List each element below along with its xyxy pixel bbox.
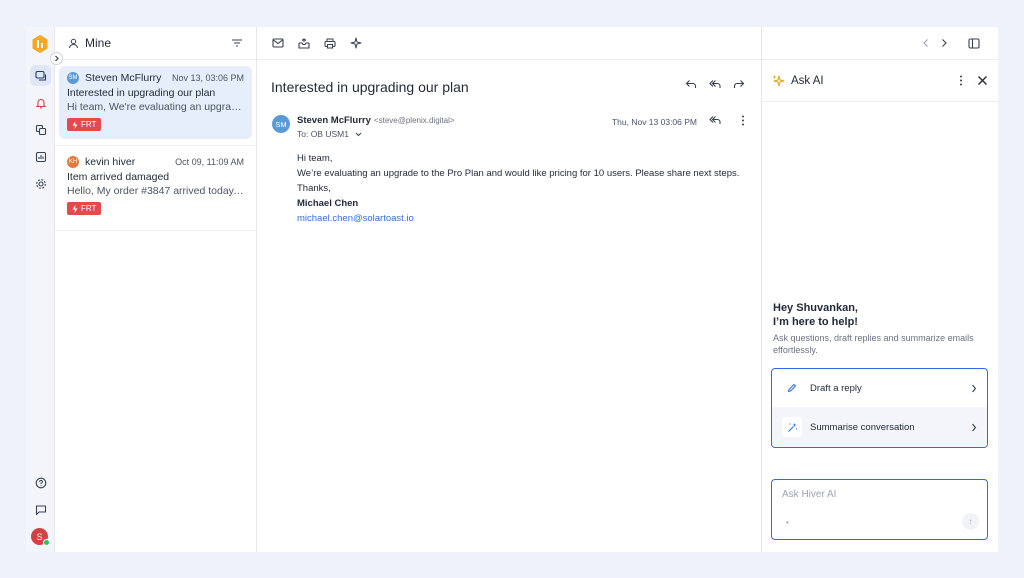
chat-icon[interactable] (30, 499, 51, 520)
archive-icon[interactable] (298, 37, 310, 49)
chevron-right-icon[interactable] (940, 38, 948, 48)
summarise-button[interactable]: Summarise conversation (772, 407, 987, 447)
conversation-avatar: KH (67, 156, 79, 168)
filter-icon[interactable] (231, 38, 243, 48)
panel-toggle-icon[interactable] (968, 37, 980, 49)
navigation-toolbar (762, 27, 998, 60)
online-status-dot (43, 539, 50, 546)
reply-all-icon[interactable] (709, 115, 721, 125)
email-toolbar (257, 27, 761, 60)
conversation-subject: Interested in upgrading our plan (67, 87, 216, 99)
sparkle-icon[interactable] (350, 37, 362, 49)
chevron-right-icon (971, 423, 977, 432)
conversation-list: Mine SM Steven McFlurry Nov 13, 03:06 PM… (55, 27, 257, 552)
recipient-text: To: OB USM1 (297, 129, 349, 139)
dot-icon[interactable]: • (786, 518, 789, 527)
close-icon[interactable] (977, 75, 988, 86)
conversation-item-selected[interactable]: SM Steven McFlurry Nov 13, 03:06 PM Inte… (59, 66, 252, 139)
person-icon (68, 38, 79, 49)
ask-ai-header: Ask AI (762, 60, 998, 102)
conversation-avatar: SM (67, 72, 79, 84)
body-closing: Thanks, (297, 183, 331, 194)
left-rail: S (26, 27, 63, 552)
more-vertical-icon[interactable] (959, 75, 963, 86)
conversation-date: Nov 13, 03:06 PM (171, 73, 244, 83)
reply-icon[interactable] (685, 79, 697, 89)
email-body: Hi team, We’re evaluating an upgrade to … (297, 151, 739, 226)
ai-sparkle-icon (772, 74, 785, 87)
body-greeting: Hi team, (297, 153, 333, 164)
chevron-left-icon[interactable] (922, 38, 930, 48)
email-date: Thu, Nov 13 03:06 PM (611, 117, 697, 127)
sender-email: <steve@plenix.digital> (373, 116, 455, 125)
conversation-preview: Hello, My order #3847 arrived today, but… (67, 185, 244, 197)
signature-name: Michael Chen (297, 198, 359, 209)
pencil-icon (782, 378, 802, 398)
more-vertical-icon[interactable] (741, 115, 745, 126)
ask-ai-input-box: • ↑ (771, 479, 988, 540)
sender-name[interactable]: Steven McFlurry (297, 115, 371, 126)
user-avatar[interactable]: S (31, 528, 50, 546)
frt-badge: FRT (67, 202, 102, 215)
sender-line: Steven McFlurry <steve@plenix.digital> (297, 115, 455, 126)
list-header: Mine (55, 27, 256, 60)
forward-icon[interactable] (733, 79, 745, 89)
send-icon[interactable]: ↑ (962, 513, 979, 530)
hiver-logo (32, 35, 48, 53)
expand-rail-button[interactable] (50, 52, 63, 65)
email-pane: Interested in upgrading our plan SM Stev… (257, 27, 762, 552)
email-subject: Interested in upgrading our plan (271, 79, 469, 95)
ask-ai-panel: Ask AI Hey Shuvankan, I’m here to help! … (762, 60, 998, 552)
conversation-item[interactable]: KH kevin hiver Oct 09, 11:09 AM Item arr… (55, 145, 256, 231)
frt-badge-label: FRT (81, 120, 97, 129)
conversation-preview: Hi team, We're evaluating an upgrade to … (67, 101, 244, 113)
recipient-line[interactable]: To: OB USM1 (297, 129, 362, 139)
conversation-date: Oct 09, 11:09 AM (175, 157, 244, 167)
conversation-sender: Steven McFlurry (85, 72, 162, 84)
conversation-subject: Item arrived damaged (67, 171, 170, 183)
list-title[interactable]: Mine (85, 36, 111, 50)
draft-reply-label: Draft a reply (810, 382, 862, 394)
frt-badge: FRT (67, 118, 102, 131)
magic-wand-icon (782, 417, 802, 437)
print-icon[interactable] (324, 38, 336, 49)
sender-avatar: SM (272, 115, 290, 133)
body-line: We’re evaluating an upgrade to the Pro P… (297, 168, 740, 179)
ai-greeting-line2: I’m here to help! (773, 316, 858, 328)
ai-greeting-line1: Hey Shuvankan, (773, 302, 858, 314)
help-icon[interactable] (30, 472, 51, 493)
ask-ai-input[interactable] (782, 489, 962, 500)
thread-actions (685, 79, 745, 89)
inbox-icon[interactable] (30, 65, 51, 86)
chevron-down-icon[interactable] (355, 132, 362, 137)
reply-all-icon[interactable] (709, 79, 721, 89)
app-window: S Mine SM Steven McFlurry Nov 13, 03:06 … (26, 27, 998, 552)
analytics-icon[interactable] (30, 146, 51, 167)
signature-email-link[interactable]: michael.chen@solartoast.io (297, 213, 414, 224)
draft-reply-button[interactable]: Draft a reply (772, 369, 987, 407)
user-initial: S (36, 531, 43, 542)
settings-icon[interactable] (30, 173, 51, 194)
bell-icon[interactable] (30, 92, 51, 113)
conversation-sender: kevin hiver (85, 156, 136, 168)
mail-icon[interactable] (272, 38, 284, 48)
copy-icon[interactable] (30, 119, 51, 140)
ai-greeting: Hey Shuvankan, I’m here to help! (773, 301, 858, 329)
frt-badge-label: FRT (81, 204, 97, 213)
summarise-label: Summarise conversation (810, 421, 915, 433)
ask-ai-title: Ask AI (791, 74, 824, 87)
chevron-right-icon (971, 384, 977, 393)
ai-subtitle: Ask questions, draft replies and summari… (773, 333, 974, 355)
ai-suggestions: Draft a reply Summarise conversation (771, 368, 988, 448)
